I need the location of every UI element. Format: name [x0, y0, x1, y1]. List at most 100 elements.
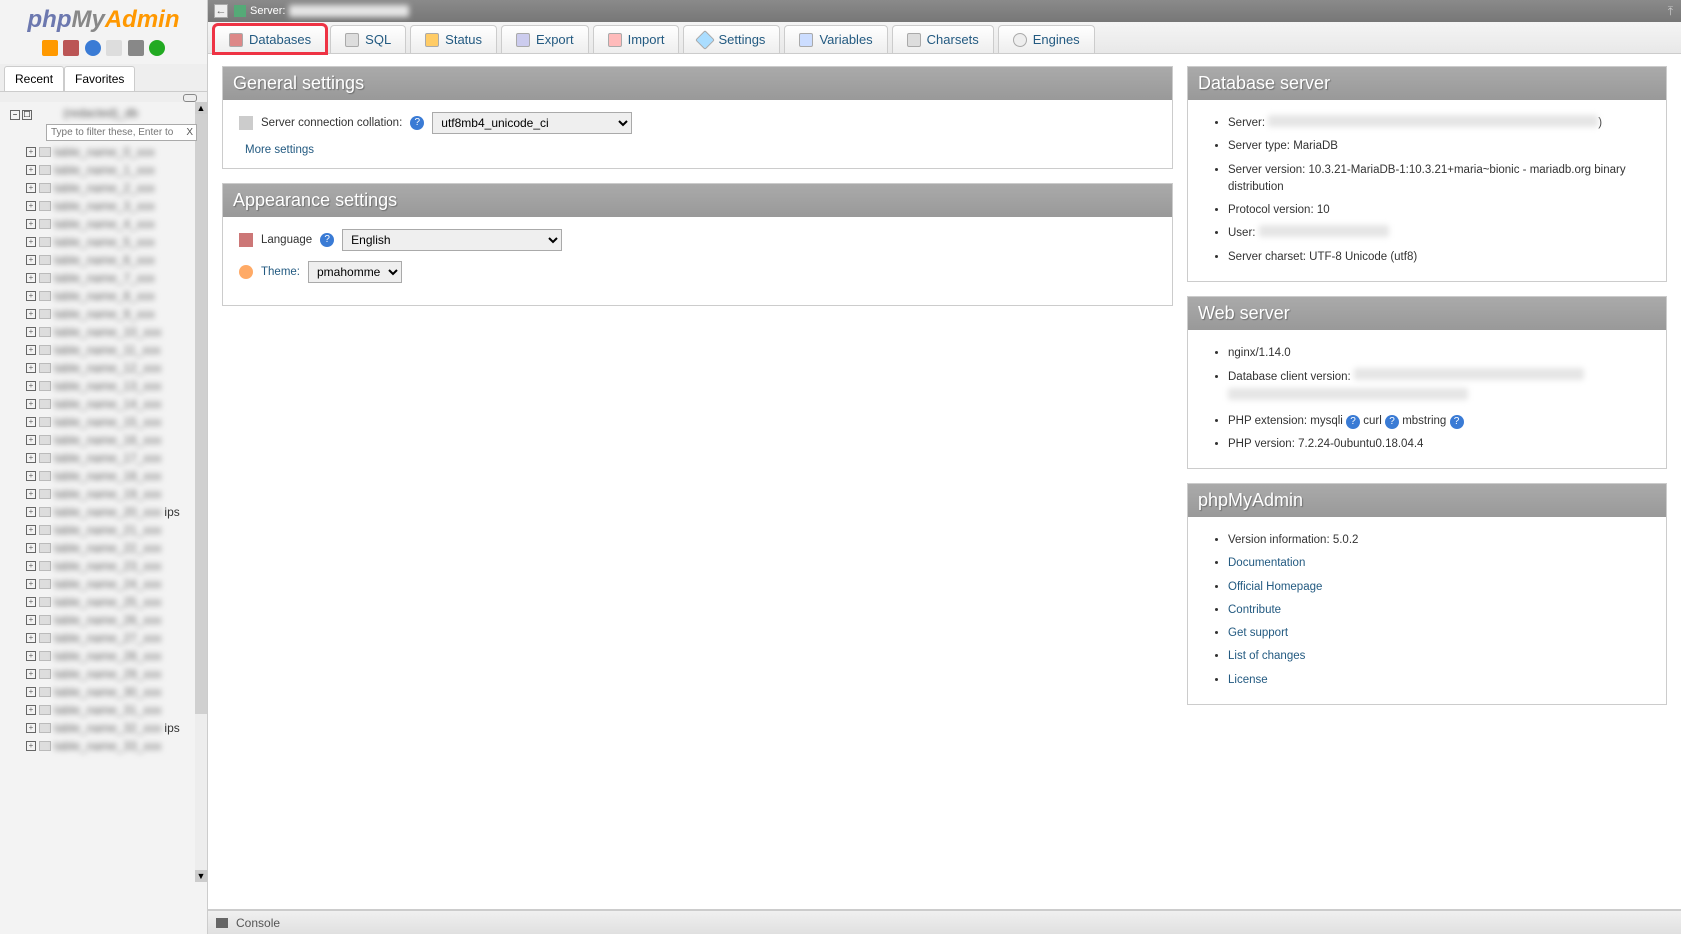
expand-icon[interactable]: +	[26, 597, 36, 607]
nav-settings-icon[interactable]	[128, 40, 144, 56]
table-item[interactable]: +table_name_13_xxx	[6, 377, 207, 395]
expand-icon[interactable]: +	[26, 165, 36, 175]
table-item[interactable]: +table_name_7_xxx	[6, 269, 207, 287]
expand-icon[interactable]: +	[26, 417, 36, 427]
expand-icon[interactable]: +	[26, 147, 36, 157]
language-select[interactable]: English	[342, 229, 562, 251]
more-settings-link[interactable]: More settings	[239, 144, 1156, 156]
table-item[interactable]: +table_name_0_xxx	[6, 143, 207, 161]
help-icon[interactable]: ?	[1450, 415, 1464, 429]
table-item[interactable]: +table_name_14_xxx	[6, 395, 207, 413]
table-item[interactable]: +table_name_24_xxx	[6, 575, 207, 593]
table-item[interactable]: +table_name_5_xxx	[6, 233, 207, 251]
table-item[interactable]: +table_name_28_xxx	[6, 647, 207, 665]
expand-icon[interactable]: +	[26, 525, 36, 535]
table-item[interactable]: +table_name_30_xxx	[6, 683, 207, 701]
expand-icon[interactable]: +	[26, 687, 36, 697]
docs-icon[interactable]	[106, 40, 122, 56]
expand-icon[interactable]: +	[26, 705, 36, 715]
tab-charsets[interactable]: Charsets	[892, 25, 994, 53]
table-item[interactable]: +table_name_27_xxx	[6, 629, 207, 647]
expand-icon[interactable]: +	[26, 435, 36, 445]
reload-icon[interactable]	[149, 40, 165, 56]
collapse-top-icon[interactable]: ⤒	[1668, 4, 1673, 19]
help-icon[interactable]	[85, 40, 101, 56]
help-icon[interactable]: ?	[1346, 415, 1360, 429]
table-item[interactable]: +table_name_25_xxx	[6, 593, 207, 611]
expand-icon[interactable]: +	[26, 345, 36, 355]
nav-unlink-icon[interactable]	[0, 92, 207, 102]
expand-icon[interactable]: +	[26, 363, 36, 373]
expand-icon[interactable]: +	[26, 183, 36, 193]
table-item[interactable]: +table_name_22_xxx	[6, 539, 207, 557]
expand-icon[interactable]: +	[26, 489, 36, 499]
expand-icon[interactable]: +	[26, 579, 36, 589]
tree-scrollbar[interactable]: ▲ ▼	[195, 102, 207, 882]
expand-icon[interactable]: +	[26, 543, 36, 553]
tab-settings[interactable]: Settings	[683, 25, 780, 53]
theme-select[interactable]: pmahomme	[308, 261, 402, 283]
logout-icon[interactable]	[63, 40, 79, 56]
tab-variables[interactable]: Variables	[784, 25, 887, 53]
tab-export[interactable]: Export	[501, 25, 589, 53]
home-icon[interactable]	[42, 40, 58, 56]
scroll-thumb[interactable]	[195, 114, 207, 714]
expand-icon[interactable]: +	[26, 615, 36, 625]
table-item[interactable]: +table_name_4_xxx	[6, 215, 207, 233]
expand-icon[interactable]: +	[26, 633, 36, 643]
help-icon[interactable]: ?	[320, 233, 334, 247]
documentation-link[interactable]: Documentation	[1228, 557, 1305, 569]
clear-filter-icon[interactable]: X	[186, 127, 193, 138]
expand-icon[interactable]: +	[26, 507, 36, 517]
expand-icon[interactable]: +	[26, 219, 36, 229]
tab-sql[interactable]: SQL	[330, 25, 406, 53]
expand-icon[interactable]: +	[26, 327, 36, 337]
tree-filter-input[interactable]	[46, 124, 197, 141]
table-item[interactable]: +table_name_32_xxxips	[6, 719, 207, 737]
table-item[interactable]: +table_name_11_xxx	[6, 341, 207, 359]
scroll-down-icon[interactable]: ▼	[195, 870, 207, 882]
expand-icon[interactable]: +	[26, 381, 36, 391]
table-item[interactable]: +table_name_1_xxx	[6, 161, 207, 179]
table-item[interactable]: +table_name_10_xxx	[6, 323, 207, 341]
table-item[interactable]: +table_name_19_xxx	[6, 485, 207, 503]
expand-icon[interactable]: +	[26, 291, 36, 301]
logo[interactable]: phpMyAdmin	[0, 0, 207, 36]
table-item[interactable]: +table_name_16_xxx	[6, 431, 207, 449]
expand-icon[interactable]: +	[26, 273, 36, 283]
help-icon[interactable]: ?	[1385, 415, 1399, 429]
expand-icon[interactable]: +	[26, 399, 36, 409]
scroll-up-icon[interactable]: ▲	[195, 102, 207, 114]
expand-icon[interactable]: +	[26, 201, 36, 211]
breadcrumb-server-label[interactable]: Server:	[250, 5, 285, 17]
homepage-link[interactable]: Official Homepage	[1228, 581, 1322, 593]
table-item[interactable]: +table_name_2_xxx	[6, 179, 207, 197]
recent-tab[interactable]: Recent	[4, 66, 64, 91]
expand-icon[interactable]: +	[26, 669, 36, 679]
database-name[interactable]: (redacted)_db	[37, 104, 138, 122]
expand-icon[interactable]: +	[26, 237, 36, 247]
table-item[interactable]: +table_name_23_xxx	[6, 557, 207, 575]
table-item[interactable]: +table_name_18_xxx	[6, 467, 207, 485]
table-item[interactable]: +table_name_12_xxx	[6, 359, 207, 377]
table-item[interactable]: +table_name_21_xxx	[6, 521, 207, 539]
tab-import[interactable]: Import	[593, 25, 680, 53]
table-item[interactable]: +table_name_33_xxx	[6, 737, 207, 755]
collation-select[interactable]: utf8mb4_unicode_ci	[432, 112, 632, 134]
table-item[interactable]: +table_name_8_xxx	[6, 287, 207, 305]
expand-icon[interactable]: +	[26, 255, 36, 265]
table-item[interactable]: +table_name_17_xxx	[6, 449, 207, 467]
expand-icon[interactable]: +	[26, 453, 36, 463]
favorites-tab[interactable]: Favorites	[64, 66, 135, 91]
expand-icon[interactable]: +	[26, 309, 36, 319]
contribute-link[interactable]: Contribute	[1228, 604, 1281, 616]
support-link[interactable]: Get support	[1228, 627, 1288, 639]
tab-databases[interactable]: Databases	[214, 25, 326, 53]
table-item[interactable]: +table_name_9_xxx	[6, 305, 207, 323]
expand-icon[interactable]: +	[26, 651, 36, 661]
expand-icon[interactable]: +	[26, 741, 36, 751]
expand-icon[interactable]: +	[26, 561, 36, 571]
expand-icon[interactable]: +	[26, 471, 36, 481]
license-link[interactable]: License	[1228, 674, 1268, 686]
theme-label[interactable]: Theme:	[261, 266, 300, 278]
